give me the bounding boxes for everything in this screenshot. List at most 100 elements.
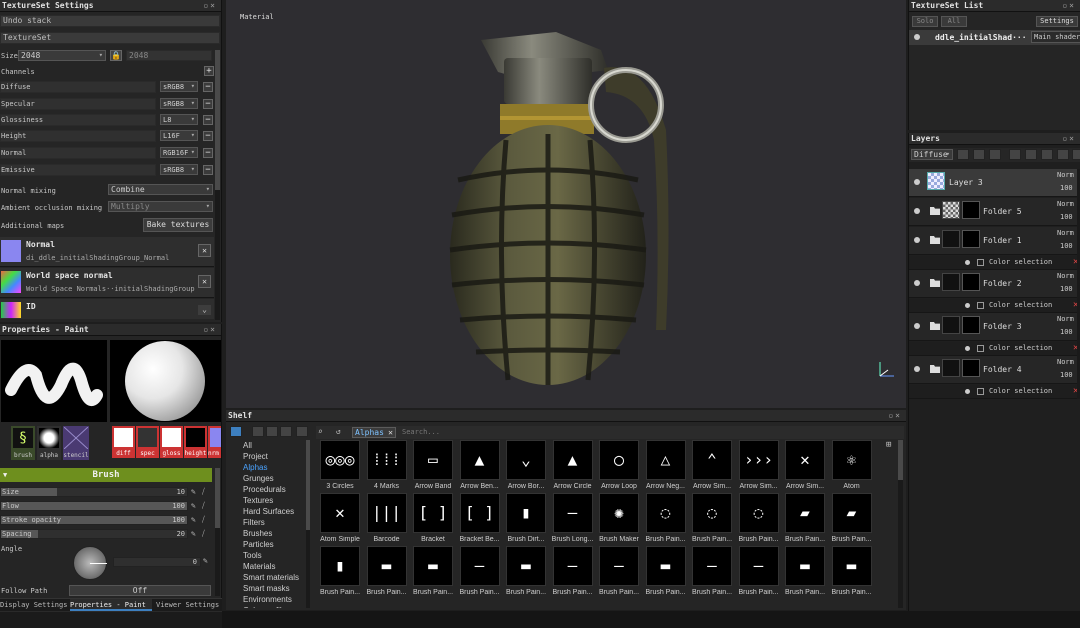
add-effect-icon[interactable] xyxy=(973,149,985,160)
shelf-category-hard-surfaces[interactable]: Hard Surfaces xyxy=(243,506,313,517)
shelf-item[interactable]: ||| Barcode xyxy=(364,493,410,545)
size-dropdown[interactable]: 2048 xyxy=(18,50,106,61)
remove-channel-button[interactable]: − xyxy=(203,148,213,158)
remove-map-button[interactable]: ✕ xyxy=(198,244,211,257)
shelf-item[interactable]: ▬ Brush Pain... xyxy=(782,546,828,598)
shelf-item[interactable]: ✕ Arrow Sim... xyxy=(782,440,828,492)
blend-mode[interactable]: Norm xyxy=(1057,229,1074,237)
shelf-category-brushes[interactable]: Brushes xyxy=(243,528,313,539)
shelf-item[interactable]: ✕ Atom Simple xyxy=(317,493,363,545)
shelf-item[interactable]: ▬ Brush Pain... xyxy=(410,546,456,598)
visibility-eye-icon[interactable] xyxy=(914,34,920,40)
add-layer-icon[interactable] xyxy=(1025,149,1037,160)
remove-map-button[interactable]: ✕ xyxy=(198,275,211,288)
blend-mode[interactable]: Norm xyxy=(1057,272,1074,280)
shelf-category-particles[interactable]: Particles xyxy=(243,539,313,550)
add-folder-icon[interactable] xyxy=(1057,149,1069,160)
shelf-item[interactable]: ▬ Brush Pain... xyxy=(364,546,410,598)
shelf-item[interactable]: ▮ Brush Pain... xyxy=(317,546,363,598)
visibility-eye-icon[interactable] xyxy=(965,389,970,394)
bake-textures-button[interactable]: Bake textures xyxy=(143,218,213,232)
panel-controls-icon[interactable]: ▫× xyxy=(888,410,902,422)
remove-channel-button[interactable]: − xyxy=(203,131,213,141)
shelf-item[interactable]: ▬ Brush Pain... xyxy=(503,546,549,598)
shelf-category-smart-materials[interactable]: Smart materials xyxy=(243,572,313,583)
visibility-eye-icon[interactable] xyxy=(965,260,970,265)
blend-mode[interactable]: Norm xyxy=(1057,358,1074,366)
channel-format-dropdown[interactable]: RGB16F xyxy=(160,147,198,158)
add-channel-button[interactable]: + xyxy=(204,66,214,76)
shelf-category-project[interactable]: Project xyxy=(243,451,313,462)
layer-channel-dropdown[interactable]: Diffuse xyxy=(911,149,953,160)
channel-format-dropdown[interactable]: L8 xyxy=(160,114,198,125)
angle-slider[interactable]: 0 xyxy=(113,557,201,567)
blend-mode[interactable]: Norm xyxy=(1057,171,1074,179)
shelf-item[interactable]: ▰ Brush Pain... xyxy=(782,493,828,545)
shelf-item[interactable]: ▲ Arrow Circle xyxy=(550,440,596,492)
reset-filter-icon[interactable]: ↺ xyxy=(336,427,346,437)
channel-format-dropdown[interactable]: sRGB8 xyxy=(160,81,198,92)
brush-slot[interactable]: § brush xyxy=(11,426,35,460)
textureset-item[interactable]: ddle_initialShad··· Main shader xyxy=(909,30,1080,45)
link-icon[interactable]: ⧸ xyxy=(202,501,211,511)
channel-slot-nrm[interactable]: nrm xyxy=(208,426,221,458)
channel-name-field[interactable]: Height xyxy=(0,130,156,142)
mask-effect-row[interactable]: Color selection ✕ xyxy=(909,299,1080,313)
layer-opacity[interactable]: 100 xyxy=(1060,371,1073,379)
tab-display-settings[interactable]: Display Settings xyxy=(0,600,68,611)
channel-name-field[interactable]: Glossiness xyxy=(0,114,156,126)
shelf-item[interactable]: — Brush Pain... xyxy=(550,546,596,598)
new-folder-icon[interactable] xyxy=(252,426,264,437)
folder-icon[interactable] xyxy=(230,426,242,437)
map-world-space-normal[interactable]: World space normal World Space Normals··… xyxy=(0,268,214,298)
add-fill-layer-icon[interactable] xyxy=(1009,149,1021,160)
shelf-item[interactable]: ◌ Brush Pain... xyxy=(689,493,735,545)
remove-channel-button[interactable]: − xyxy=(203,82,213,92)
filter-tag-alphas[interactable]: Alphas ✕ xyxy=(352,427,396,438)
layer-row-folder-5[interactable]: Folder 5 Norm 100 xyxy=(909,198,1080,226)
visibility-eye-icon[interactable] xyxy=(965,346,970,351)
export-icon[interactable] xyxy=(280,426,292,437)
angle-dial[interactable] xyxy=(73,546,107,580)
shelf-item[interactable]: — Brush Pain... xyxy=(689,546,735,598)
param-slider[interactable]: Spacing 20 xyxy=(0,529,188,539)
shelf-item[interactable]: ◎◎◎ 3 Circles xyxy=(317,440,363,492)
mask-effect-row[interactable]: Color selection ✕ xyxy=(909,385,1080,399)
layer-row-folder-1[interactable]: Folder 1 Norm 100 xyxy=(909,227,1080,255)
shelf-category-filters[interactable]: Filters xyxy=(243,517,313,528)
shelf-item[interactable]: ▭ Arrow Band xyxy=(410,440,456,492)
shelf-item[interactable]: ⌃ Arrow Sim... xyxy=(689,440,735,492)
layer-row-layer-3[interactable]: Layer 3 Norm 100 xyxy=(909,169,1080,197)
shelf-search-input[interactable] xyxy=(400,427,900,438)
shelf-item[interactable]: ⌄ Arrow Bor... xyxy=(503,440,549,492)
visibility-eye-icon[interactable] xyxy=(914,280,920,286)
visibility-eye-icon[interactable] xyxy=(914,179,920,185)
visibility-eye-icon[interactable] xyxy=(914,323,920,329)
shelf-item[interactable]: ››› Arrow Sim... xyxy=(736,440,782,492)
mask-effect-row[interactable]: Color selection ✕ xyxy=(909,342,1080,356)
shelf-item[interactable]: ▬ Brush Pain... xyxy=(643,546,689,598)
shelf-item[interactable]: ⁞⁞⁞ 4 Marks xyxy=(364,440,410,492)
shelf-item[interactable]: — Brush Pain... xyxy=(596,546,642,598)
layer-row-folder-3[interactable]: Folder 3 Norm 100 xyxy=(909,313,1080,341)
shelf-item[interactable]: ◌ Brush Pain... xyxy=(643,493,689,545)
lock-icon[interactable]: 🔒 xyxy=(110,50,122,61)
shelf-item[interactable]: ✺ Brush Maker xyxy=(596,493,642,545)
normal-mixing-dropdown[interactable]: Combine xyxy=(108,184,213,195)
shelf-category-textures[interactable]: Textures xyxy=(243,495,313,506)
shelf-item[interactable]: — Brush Pain... xyxy=(736,546,782,598)
shelf-category-alphas[interactable]: Alphas xyxy=(243,462,313,473)
remove-channel-button[interactable]: − xyxy=(203,115,213,125)
brush-section-header[interactable]: ▼ Brush xyxy=(0,468,212,482)
panel-controls-icon[interactable]: ▫× xyxy=(1062,133,1076,145)
undo-stack-button[interactable]: Undo stack xyxy=(0,15,220,27)
shelf-item[interactable]: ▬ Brush Pain... xyxy=(829,546,875,598)
pen-pressure-icon[interactable]: ✎ xyxy=(191,501,200,511)
checkbox[interactable] xyxy=(977,345,984,352)
shelf-category-grunges[interactable]: Grunges xyxy=(243,473,313,484)
channel-slot-height[interactable]: height xyxy=(184,426,207,458)
chevron-down-icon[interactable]: ⌄ xyxy=(198,305,211,315)
shelf-category-all[interactable]: All xyxy=(243,440,313,451)
shelf-scrollbar[interactable] xyxy=(898,440,903,608)
visibility-eye-icon[interactable] xyxy=(914,366,920,372)
